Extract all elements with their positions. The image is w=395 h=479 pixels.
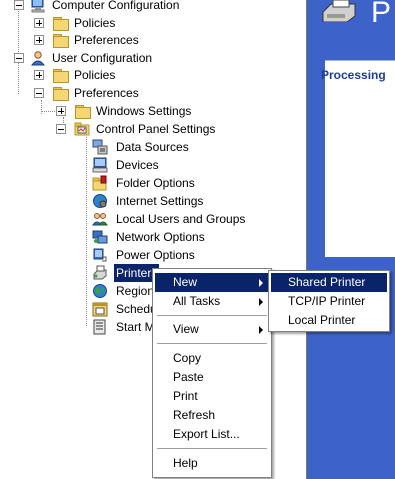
context-menu: New All Tasks View Copy Paste Print Refr…	[152, 268, 272, 478]
devices-icon	[92, 157, 108, 173]
menu-item-help[interactable]: Help	[155, 454, 269, 473]
collapse-toggle[interactable]	[14, 0, 24, 10]
tree-item-network-options[interactable]: Network Options	[92, 228, 252, 246]
menu-item-label: Copy	[173, 351, 202, 365]
globe-icon	[93, 284, 107, 298]
menu-item-tcpip-printer[interactable]: TCP/IP Printer	[271, 292, 387, 311]
tree-item-power-options[interactable]: Power Options	[92, 246, 252, 264]
tree-item-start-menu[interactable]: Start Menu	[92, 318, 175, 336]
tree-item-policies[interactable]: Policies	[34, 14, 154, 32]
tree-item-control-panel-settings[interactable]: Control Panel Settings	[56, 120, 256, 138]
tree-item-label: Windows Settings	[96, 104, 192, 118]
tree-item-label: Computer Configuration	[52, 0, 180, 12]
tree-item-policies[interactable]: Policies	[34, 66, 154, 84]
local-users-icon	[92, 213, 108, 226]
tree-item-preferences[interactable]: Preferences	[34, 84, 154, 102]
menu-item-paste[interactable]: Paste	[155, 368, 269, 387]
tree-connector	[41, 111, 55, 112]
user-icon	[30, 51, 46, 66]
tree-item-internet-settings[interactable]: Internet Settings	[92, 192, 252, 210]
submenu-arrow-icon	[259, 279, 263, 287]
folder-icon	[52, 15, 69, 31]
tree-item-user-configuration[interactable]: User Configuration	[14, 49, 234, 67]
folder-icon	[52, 32, 69, 48]
menu-separator	[157, 448, 267, 450]
menu-item-label: View	[173, 322, 199, 336]
printer-icon	[93, 265, 107, 280]
tree-connector	[86, 137, 87, 326]
processing-card	[325, 60, 395, 257]
menu-item-print[interactable]: Print	[155, 387, 269, 406]
tree-item-label: Local Users and Groups	[116, 212, 246, 226]
menu-separator	[157, 315, 267, 317]
tree-item-label: Preferences	[74, 33, 139, 47]
menu-separator	[157, 343, 267, 345]
processing-card-title: Processing	[321, 68, 386, 82]
folder-icon	[74, 103, 91, 119]
folder-icon	[52, 85, 69, 101]
tree-item-label: Network Options	[116, 230, 205, 244]
tree-item-preferences[interactable]: Preferences	[34, 31, 154, 49]
scheduled-tasks-icon	[92, 302, 108, 317]
tree-item-local-users-and-groups[interactable]: Local Users and Groups	[92, 210, 272, 228]
network-options-icon	[92, 230, 108, 244]
tree-item-computer-configuration[interactable]: Computer Configuration	[14, 0, 234, 14]
tree-item-label: Preferences	[74, 86, 139, 100]
tree-item-regional-options[interactable]: Regional	[92, 282, 163, 300]
start-menu-icon	[93, 319, 106, 335]
menu-item-label: New	[173, 275, 198, 289]
tree-item-devices[interactable]: Devices	[92, 156, 252, 174]
tree-item-folder-options[interactable]: Folder Options	[92, 174, 252, 192]
menu-item-new[interactable]: New	[155, 273, 269, 292]
data-sources-icon	[92, 139, 108, 155]
menu-item-label: Shared Printer	[288, 275, 366, 289]
menu-item-export-list[interactable]: Export List...	[155, 425, 269, 444]
folder-options-icon	[92, 175, 107, 191]
details-pane: P Processing	[306, 0, 395, 479]
menu-item-view[interactable]: View	[155, 320, 269, 339]
tree-item-label: Devices	[116, 158, 159, 172]
tree-item-label: Data Sources	[116, 140, 189, 154]
menu-item-shared-printer[interactable]: Shared Printer	[271, 273, 387, 292]
expand-toggle[interactable]	[34, 70, 44, 80]
menu-item-label: Local Printer	[288, 313, 356, 327]
tree-item-label: Folder Options	[116, 176, 195, 190]
tree-item-label: User Configuration	[52, 51, 153, 65]
menu-item-copy[interactable]: Copy	[155, 349, 269, 368]
menu-item-refresh[interactable]: Refresh	[155, 406, 269, 425]
power-options-icon	[93, 248, 107, 262]
menu-item-all-tasks[interactable]: All Tasks	[155, 292, 269, 311]
expand-toggle[interactable]	[56, 106, 66, 116]
expand-toggle[interactable]	[34, 18, 44, 28]
collapse-toggle[interactable]	[56, 124, 66, 134]
menu-item-local-printer[interactable]: Local Printer	[271, 311, 387, 330]
internet-settings-icon	[93, 194, 107, 208]
submenu-arrow-icon	[259, 298, 263, 306]
menu-item-label: Export List...	[173, 427, 240, 441]
page-title: P	[371, 0, 392, 29]
tree-item-data-sources[interactable]: Data Sources	[92, 138, 252, 156]
expand-toggle[interactable]	[34, 35, 44, 45]
collapse-toggle[interactable]	[14, 53, 24, 63]
submenu-new: Shared Printer TCP/IP Printer Local Prin…	[268, 270, 390, 332]
menu-item-label: TCP/IP Printer	[288, 294, 366, 308]
printer-icon	[322, 0, 356, 22]
tree-item-label: Policies	[74, 68, 116, 82]
computer-icon	[31, 0, 45, 13]
submenu-arrow-icon	[259, 326, 263, 334]
menu-item-label: Refresh	[173, 408, 216, 422]
tree-item-label: Internet Settings	[116, 194, 204, 208]
control-panel-icon	[74, 122, 90, 136]
tree-item-scheduled-tasks[interactable]: Scheduled	[92, 300, 173, 318]
folder-icon	[52, 67, 69, 83]
menu-item-label: Help	[173, 456, 198, 470]
collapse-toggle[interactable]	[34, 88, 44, 98]
tree-item-label: Control Panel Settings	[96, 122, 216, 136]
tree-item-windows-settings[interactable]: Windows Settings	[56, 102, 216, 120]
tree-item-label: Power Options	[116, 248, 195, 262]
tree-item-label: Policies	[74, 16, 116, 30]
menu-item-label: Paste	[173, 370, 204, 384]
menu-item-label: All Tasks	[173, 294, 221, 308]
menu-item-label: Print	[173, 389, 198, 403]
